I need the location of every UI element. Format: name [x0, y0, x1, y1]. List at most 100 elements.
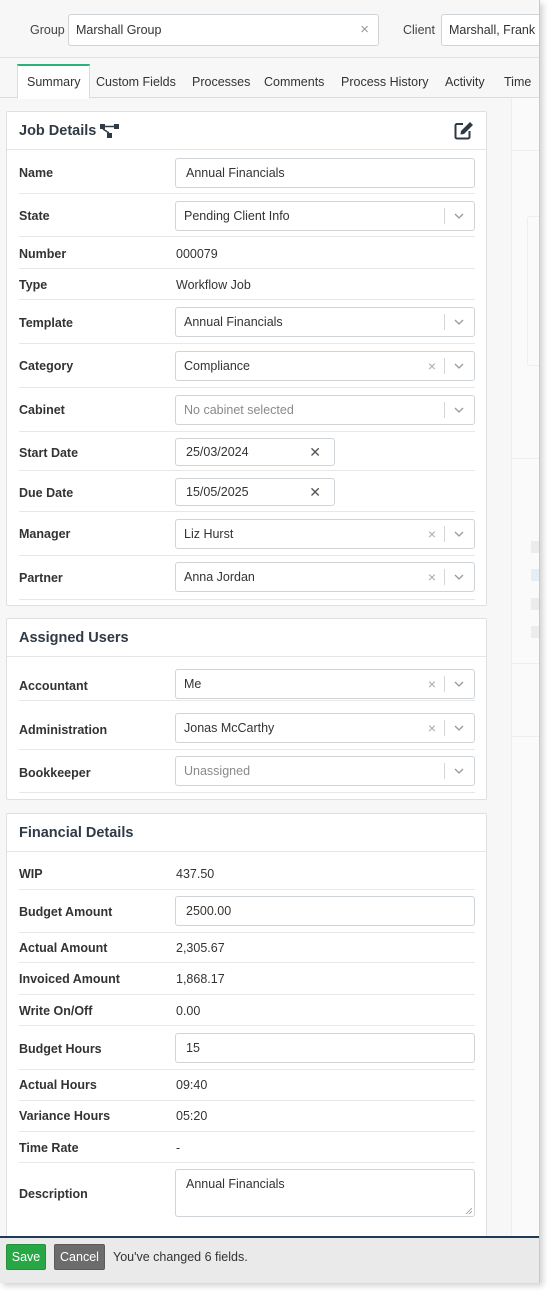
cabinet-label: Cabinet: [19, 403, 65, 417]
manager-select[interactable]: Liz Hurst ×: [175, 519, 475, 549]
category-label: Category: [19, 359, 74, 373]
faded-icon: [531, 569, 539, 581]
resize-handle-icon[interactable]: [465, 1207, 472, 1214]
clear-x-icon[interactable]: ×: [428, 563, 436, 591]
financial-details-panel: Financial Details WIP 437.50 Budget Amou…: [6, 813, 487, 1253]
actual-amount-row: Actual Amount 2,305.67: [19, 933, 475, 963]
number-value: 000079: [176, 247, 218, 261]
edit-icon[interactable]: [454, 121, 474, 143]
due-date-value: 15/05/2025: [186, 485, 249, 499]
tab-processes[interactable]: Processes: [183, 64, 259, 98]
administration-select[interactable]: Jonas McCarthy ×: [175, 713, 475, 743]
assigned-users-title: Assigned Users: [19, 630, 129, 646]
invoiced-amount-row: Invoiced Amount 1,868.17: [19, 963, 475, 995]
clear-x-icon[interactable]: ×: [428, 714, 436, 742]
invoiced-amount-label: Invoiced Amount: [19, 972, 120, 986]
template-label: Template: [19, 316, 73, 330]
tab-summary[interactable]: Summary: [17, 64, 91, 99]
group-label: Group: [30, 23, 65, 37]
clear-x-icon[interactable]: ✕: [309, 439, 321, 465]
save-button[interactable]: Save: [6, 1244, 46, 1270]
wip-row: WIP 437.50: [19, 852, 475, 890]
chevron-down-icon[interactable]: [453, 563, 465, 591]
bookkeeper-row: Bookkeeper Unassigned: [19, 750, 475, 793]
template-value: Annual Financials: [184, 315, 283, 329]
manager-row: Manager Liz Hurst ×: [19, 512, 475, 556]
clear-x-icon[interactable]: ×: [428, 352, 436, 380]
chevron-down-icon[interactable]: [453, 757, 465, 785]
tab-time[interactable]: Time: [495, 64, 539, 98]
chevron-down-icon[interactable]: [453, 352, 465, 380]
chevron-down-icon[interactable]: [453, 670, 465, 698]
client-input[interactable]: Marshall, Frank: [441, 14, 539, 46]
clear-x-icon[interactable]: ×: [428, 520, 436, 548]
manager-label: Manager: [19, 527, 71, 541]
template-select[interactable]: Annual Financials: [175, 307, 475, 337]
actual-amount-value: 2,305.67: [176, 941, 225, 955]
clear-x-icon[interactable]: ×: [428, 670, 436, 698]
due-date-label: Due Date: [19, 486, 74, 500]
workflow-icon[interactable]: [100, 123, 120, 142]
assigned-users-panel: Assigned Users Accountant Me × Administr…: [6, 618, 487, 800]
tab-comments[interactable]: Comments: [255, 64, 333, 98]
tab-process-history[interactable]: Process History: [332, 64, 438, 98]
client-label: Client: [403, 23, 435, 37]
cancel-button[interactable]: Cancel: [54, 1244, 105, 1270]
state-value: Pending Client Info: [184, 209, 290, 223]
partner-select[interactable]: Anna Jordan ×: [175, 562, 475, 592]
category-select[interactable]: Compliance ×: [175, 351, 475, 381]
group-value: Marshall Group: [76, 23, 162, 37]
budget-hours-row: Budget Hours 15: [19, 1026, 475, 1070]
type-value: Workflow Job: [176, 278, 251, 292]
start-date-input[interactable]: 25/03/2024 ✕: [175, 438, 335, 466]
group-input[interactable]: Marshall Group ×: [68, 14, 379, 46]
start-date-row: Start Date 25/03/2024 ✕: [19, 432, 475, 471]
chevron-down-icon[interactable]: [453, 308, 465, 336]
description-textarea[interactable]: Annual Financials: [175, 1169, 475, 1217]
variance-hours-label: Variance Hours: [19, 1109, 111, 1123]
cabinet-select[interactable]: No cabinet selected: [175, 395, 475, 425]
chevron-down-icon[interactable]: [453, 520, 465, 548]
partner-label: Partner: [19, 571, 63, 585]
bookkeeper-label: Bookkeeper: [19, 766, 91, 780]
cabinet-placeholder: No cabinet selected: [184, 403, 294, 417]
budget-amount-row: Budget Amount 2500.00: [19, 890, 475, 933]
name-input[interactable]: Annual Financials: [175, 158, 475, 188]
chevron-down-icon[interactable]: [453, 396, 465, 424]
tab-activity[interactable]: Activity: [436, 64, 494, 98]
name-row: Name Annual Financials: [19, 150, 475, 194]
wip-value: 437.50: [176, 867, 215, 881]
state-select[interactable]: Pending Client Info: [175, 201, 475, 231]
chevron-down-icon[interactable]: [453, 714, 465, 742]
accountant-select[interactable]: Me ×: [175, 669, 475, 699]
side-panel-faded: [511, 98, 539, 1238]
job-details-panel: Job Details Name Annual Financials State…: [6, 111, 487, 606]
type-label: Type: [19, 278, 48, 292]
job-window: Group Marshall Group × Client Marshall, …: [0, 0, 540, 1283]
state-label: State: [19, 209, 50, 223]
type-row: Type Workflow Job: [19, 269, 475, 300]
due-date-input[interactable]: 15/05/2025 ✕: [175, 478, 335, 506]
budget-hours-label: Budget Hours: [19, 1042, 102, 1056]
variance-hours-value: 05:20: [176, 1109, 208, 1123]
description-value: Annual Financials: [186, 1177, 285, 1191]
budget-amount-input[interactable]: 2500.00: [175, 896, 475, 926]
number-row: Number 000079: [19, 237, 475, 269]
bookkeeper-placeholder: Unassigned: [184, 764, 251, 778]
chevron-down-icon[interactable]: [453, 202, 465, 230]
due-date-row: Due Date 15/05/2025 ✕: [19, 471, 475, 512]
state-row: State Pending Client Info: [19, 194, 475, 237]
name-label: Name: [19, 166, 54, 180]
tab-custom-fields[interactable]: Custom Fields: [87, 64, 185, 98]
changed-fields-message: You've changed 6 fields.: [113, 1250, 248, 1264]
accountant-label: Accountant: [19, 679, 88, 693]
budget-hours-input[interactable]: 15: [175, 1033, 475, 1063]
client-value: Marshall, Frank: [449, 23, 536, 37]
clear-x-icon[interactable]: ×: [360, 15, 369, 45]
time-rate-label: Time Rate: [19, 1141, 79, 1155]
administration-value: Jonas McCarthy: [184, 721, 275, 735]
divider: [512, 663, 539, 664]
job-details-title: Job Details: [19, 123, 97, 139]
bookkeeper-select[interactable]: Unassigned: [175, 756, 475, 786]
clear-x-icon[interactable]: ✕: [309, 479, 321, 505]
